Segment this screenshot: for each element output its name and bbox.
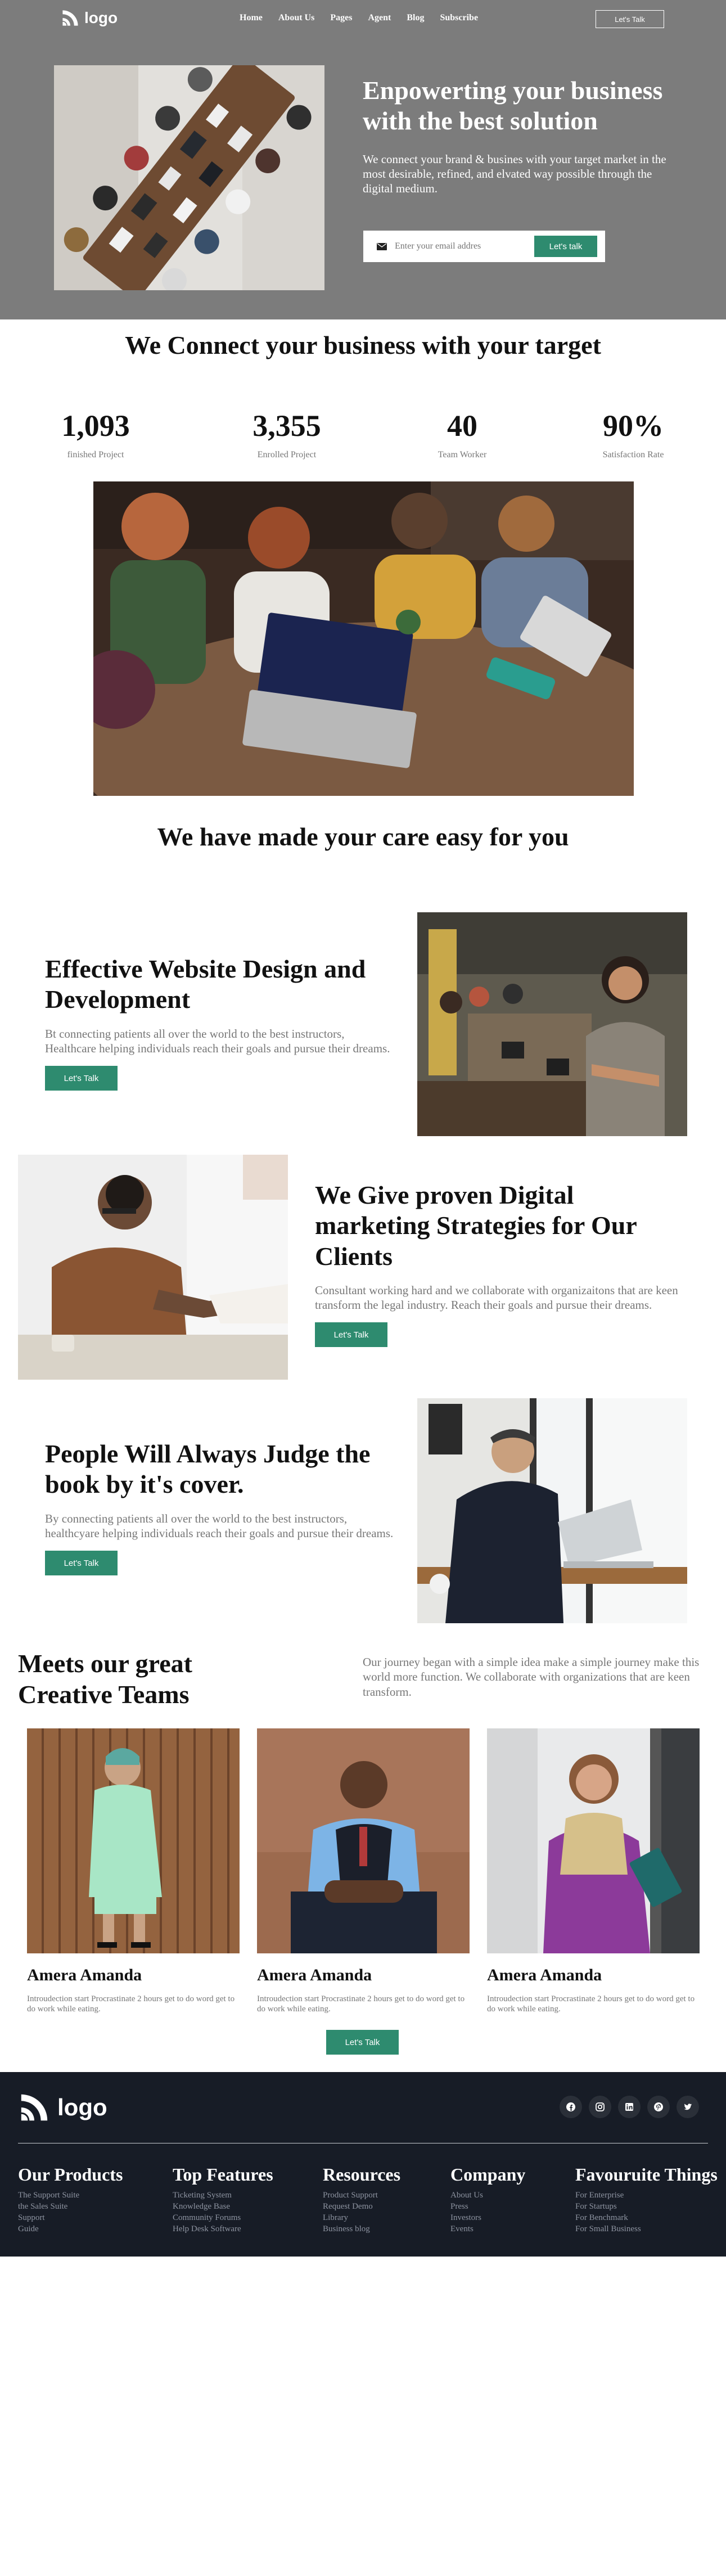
hero-title: Enpowerting your business with the best … (363, 76, 663, 135)
email-input[interactable] (395, 241, 525, 251)
hero-image (54, 65, 324, 290)
nav-link-about[interactable]: About Us (278, 13, 314, 23)
mail-icon (377, 242, 387, 250)
logo-icon (62, 10, 78, 26)
nav-link-subscribe[interactable]: Subscribe (440, 13, 478, 23)
nav-link-pages[interactable]: Pages (330, 13, 352, 23)
page-height-spacer (0, 319, 726, 2576)
subscribe-form: Let's talk (363, 231, 605, 262)
nav-logo[interactable]: logo (61, 8, 118, 28)
logo-text: logo (84, 9, 118, 26)
hero-description: We connect your brand & busines with you… (363, 152, 666, 196)
main-nav: Home About Us Pages Agent Blog Subscribe (240, 13, 494, 23)
nav-cta-button[interactable]: Let's Talk (596, 10, 664, 28)
hero-text: Enpowerting your business with the best … (363, 75, 666, 196)
nav-link-home[interactable]: Home (240, 13, 263, 23)
hero-section: logo Home About Us Pages Agent Blog Subs… (0, 0, 726, 319)
nav-link-agent[interactable]: Agent (368, 13, 391, 23)
nav-link-blog[interactable]: Blog (407, 13, 424, 23)
subscribe-button[interactable]: Let's talk (534, 236, 597, 257)
